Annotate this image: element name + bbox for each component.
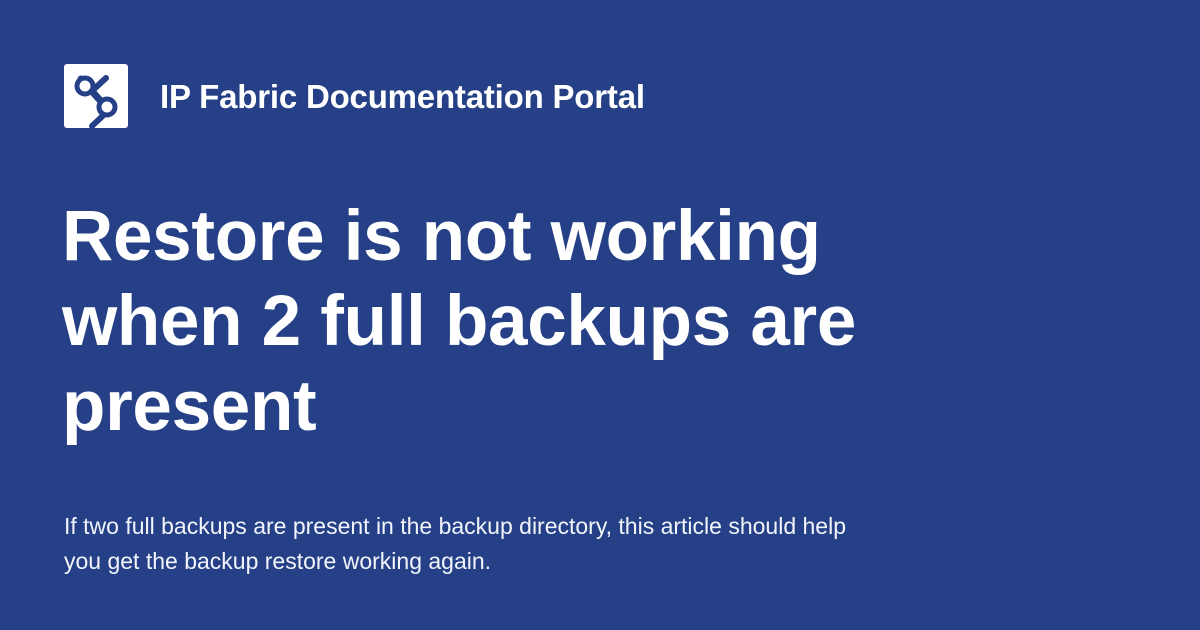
article-description: If two full backups are present in the b… <box>64 513 846 574</box>
site-header: IP Fabric Documentation Portal <box>64 64 645 128</box>
page-title: Restore is not working when 2 full backu… <box>62 197 857 446</box>
site-name: IP Fabric Documentation Portal <box>160 77 645 115</box>
ip-fabric-logo-icon <box>64 64 128 128</box>
